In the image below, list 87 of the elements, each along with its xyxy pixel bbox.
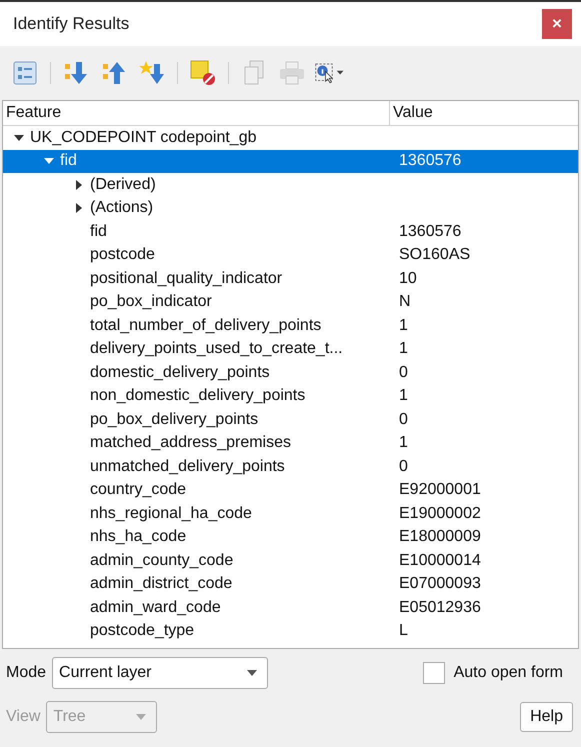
help-button[interactable]: Help (520, 702, 573, 732)
mode-dropdown[interactable]: Current layer (52, 657, 268, 689)
value-label: 1360576 (398, 151, 462, 172)
feature-label: delivery_points_used_to_create_t... (90, 340, 343, 358)
tree-row[interactable]: (Actions) (3, 196, 578, 220)
value-label: 1 (398, 339, 409, 360)
close-button[interactable]: × (542, 9, 572, 39)
tree-row[interactable]: positional_quality_indicator 10 (3, 267, 578, 290)
value-label: N (398, 292, 412, 312)
feature-label: fid (90, 222, 107, 241)
dropdown-arrow-icon (247, 668, 258, 678)
highlight-clear-icon (190, 60, 216, 86)
feature-label: postcode_type (90, 622, 194, 640)
mode-label: Mode (6, 664, 46, 682)
tree-row[interactable]: unmatched_delivery_points 0 (3, 455, 578, 478)
column-header[interactable]: Feature (3, 101, 390, 125)
feature-label: admin_ward_code (90, 598, 221, 617)
feature-label: nhs_ha_code (90, 528, 186, 546)
feature-label: po_box_delivery_points (90, 410, 258, 429)
expand-arrow-icon (44, 156, 54, 166)
tree-row[interactable]: non_domestic_delivery_points 1 (3, 384, 578, 408)
feature-label: total_number_of_delivery_points (90, 316, 322, 335)
tree-row[interactable]: (Derived) (3, 173, 578, 196)
feature-label: non_domestic_delivery_points (90, 387, 306, 406)
tree-row[interactable]: po_box_indicator N (3, 290, 578, 314)
collapse-arrow-icon (74, 180, 84, 190)
feature-label: po_box_indicator (90, 293, 212, 312)
tree-row[interactable]: delivery_points_used_to_create_t... 1 (3, 338, 578, 361)
tree-row[interactable]: postcode_type L (3, 620, 578, 643)
checkbox-label: Auto open form (454, 664, 563, 682)
value-label: 0 (398, 456, 409, 477)
tree-row[interactable]: nhs_regional_ha_code E19000002 (3, 502, 578, 526)
value-label: 10 (398, 268, 418, 289)
view-label: View (6, 708, 40, 726)
tree-row[interactable]: fid 1360576 (3, 150, 578, 173)
arrow-up-icon (101, 60, 127, 86)
tree-row[interactable]: admin_ward_code E05012936 (3, 596, 578, 620)
tree-row[interactable]: matched_address_premises 1 (3, 432, 578, 455)
value-label: E10000014 (398, 550, 482, 571)
tree-row[interactable]: total_number_of_delivery_points 1 (3, 314, 578, 338)
tree-view-icon (13, 61, 37, 85)
value-label: E92000001 (398, 480, 482, 500)
value-label: SO160AS (398, 245, 472, 266)
value-label: E05012936 (398, 598, 482, 618)
feature-label: admin_district_code (90, 575, 232, 594)
value-label: 1360576 (398, 222, 462, 242)
feature-label: admin_county_code (90, 552, 234, 570)
star-arrow-icon (139, 60, 165, 86)
tree-row[interactable]: postcode SO160AS (3, 244, 578, 267)
feature-label: (Actions) (90, 199, 154, 218)
print-icon (279, 61, 305, 85)
value-label: 1 (398, 386, 409, 406)
toolbar-button[interactable] (188, 58, 218, 88)
value-label: 0 (398, 410, 409, 430)
checkbox[interactable] (422, 662, 445, 684)
copy-icon (242, 60, 266, 86)
value-label: E18000009 (398, 527, 482, 548)
feature-label: domestic_delivery_points (90, 364, 270, 382)
collapse-arrow-icon (74, 203, 84, 214)
tree-row[interactable]: country_code E92000001 (3, 478, 578, 502)
value-label: L (398, 621, 409, 642)
window-title: Identify Results (13, 14, 130, 34)
value-label: E07000093 (398, 574, 482, 594)
feature-label: matched_address_premises (90, 434, 291, 452)
tree-row[interactable]: fid 1360576 (3, 220, 578, 244)
feature-label: country_code (90, 481, 186, 500)
feature-label: nhs_regional_ha_code (90, 504, 252, 523)
value-label: E19000002 (398, 504, 482, 524)
value-label: 1 (398, 316, 409, 336)
tree-row[interactable]: po_box_delivery_points 0 (3, 408, 578, 432)
feature-label: positional_quality_indicator (90, 270, 282, 288)
feature-label: unmatched_delivery_points (90, 458, 285, 476)
expand-arrow-icon (14, 132, 24, 143)
tree-row[interactable]: domestic_delivery_points 0 (3, 361, 578, 384)
feature-label: fid (60, 152, 77, 170)
feature-label: (Derived) (90, 176, 156, 194)
feature-label: UK_CODEPOINT codepoint_gb (30, 128, 256, 147)
column-header[interactable]: Value (390, 101, 578, 125)
feature-label: postcode (90, 246, 155, 264)
value-label: 1 (398, 433, 409, 454)
tree-row[interactable]: UK_CODEPOINT codepoint_gb (3, 126, 578, 150)
tree-row[interactable]: admin_district_code E07000093 (3, 572, 578, 596)
tree-row[interactable]: admin_county_code E10000014 (3, 549, 578, 572)
arrow-down-icon (63, 60, 89, 86)
dropdown-arrow-icon (136, 712, 146, 722)
tree-row[interactable]: nhs_ha_code E18000009 (3, 526, 578, 549)
value-label: 0 (398, 362, 409, 383)
